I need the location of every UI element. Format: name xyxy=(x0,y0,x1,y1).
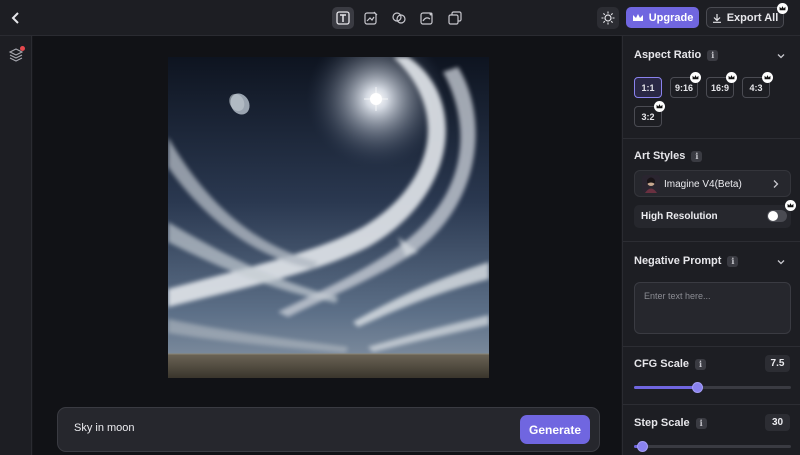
download-icon xyxy=(712,13,721,23)
upgrade-label: Upgrade xyxy=(648,11,694,24)
prompt-bar: Sky in moon Generate xyxy=(57,407,600,452)
text-tool-button[interactable] xyxy=(332,7,354,29)
chevron-left-icon xyxy=(11,12,19,24)
ratio-label: 16:9 xyxy=(710,82,729,93)
blend-icon xyxy=(392,12,406,24)
ratio-option-3-2[interactable]: 3:2 xyxy=(634,101,665,127)
blend-tool-button[interactable] xyxy=(388,7,410,29)
ratio-label: 4:3 xyxy=(749,82,763,93)
ratio-option-1-1[interactable]: 1:1 xyxy=(634,77,662,98)
high-resolution-label: High Resolution xyxy=(641,211,718,222)
negative-prompt-title: Negative Prompt i xyxy=(634,255,739,267)
ratio-option-16-9[interactable]: 16:9 xyxy=(706,72,737,98)
section-divider xyxy=(623,138,800,139)
prompt-input[interactable]: Sky in moon xyxy=(74,422,135,434)
image-edit-icon xyxy=(364,11,378,25)
cfg-scale-slider[interactable] xyxy=(634,382,791,393)
image-edit-tool-button[interactable] xyxy=(360,7,382,29)
step-scale-value[interactable]: 30 xyxy=(765,414,790,431)
premium-crown-icon xyxy=(777,3,788,14)
slider-handle[interactable] xyxy=(637,441,648,452)
info-icon[interactable]: i xyxy=(695,417,707,429)
top-bar: Upgrade Export All xyxy=(0,0,800,36)
info-icon[interactable]: i xyxy=(691,150,703,162)
sketch-tool-button[interactable] xyxy=(416,7,438,29)
negative-prompt-input[interactable]: Enter text here... xyxy=(634,282,791,334)
ratio-option-9-16[interactable]: 9:16 xyxy=(670,72,701,98)
premium-crown-icon xyxy=(785,200,796,211)
gallery-tool-button[interactable] xyxy=(444,7,466,29)
generate-button[interactable]: Generate xyxy=(520,415,590,444)
info-icon[interactable]: i xyxy=(727,255,739,267)
export-all-label: Export All xyxy=(726,11,779,24)
info-icon[interactable]: i xyxy=(695,358,707,370)
app-window: Upgrade Export All Sky in moon Generate … xyxy=(0,0,800,455)
ratio-option-4-3[interactable]: 4:3 xyxy=(742,72,773,98)
cfg-scale-title: CFG Scale i xyxy=(634,358,707,370)
step-scale-slider[interactable] xyxy=(634,441,791,452)
premium-crown-icon xyxy=(654,101,665,112)
ratio-label: 1:1 xyxy=(641,82,655,93)
cfg-scale-value[interactable]: 7.5 xyxy=(765,355,790,372)
art-styles-title: Art Styles i xyxy=(634,150,703,162)
crown-icon xyxy=(632,13,643,21)
high-resolution-toggle[interactable] xyxy=(767,210,787,222)
settings-panel: Aspect Ratio i 1:1 9:16 16:9 4:3 3:2 Art… xyxy=(622,36,800,455)
chevron-right-icon xyxy=(773,180,779,188)
chevron-down-icon[interactable] xyxy=(776,51,786,61)
tool-group xyxy=(332,7,466,29)
ratio-label: 3:2 xyxy=(641,111,655,122)
chevron-down-icon[interactable] xyxy=(776,257,786,267)
negative-prompt-label: Negative Prompt xyxy=(634,255,722,267)
info-icon[interactable]: i xyxy=(707,49,719,61)
ratio-label: 9:16 xyxy=(674,82,693,93)
premium-crown-icon xyxy=(726,72,737,83)
section-divider xyxy=(623,346,800,347)
theme-toggle-button[interactable] xyxy=(597,7,619,29)
section-divider xyxy=(623,404,800,405)
toggle-knob xyxy=(768,211,778,221)
step-scale-label: Step Scale xyxy=(634,417,690,429)
notification-dot xyxy=(20,46,25,51)
high-resolution-row: High Resolution xyxy=(634,200,796,228)
slider-handle[interactable] xyxy=(692,382,703,393)
premium-crown-icon xyxy=(690,72,701,83)
selected-style-label: Imagine V4(Beta) xyxy=(664,179,742,190)
upgrade-button[interactable]: Upgrade xyxy=(626,7,699,28)
premium-crown-icon xyxy=(762,72,773,83)
cfg-scale-label: CFG Scale xyxy=(634,358,690,370)
section-divider xyxy=(623,241,800,242)
text-tool-icon xyxy=(336,11,350,25)
step-scale-title: Step Scale i xyxy=(634,417,707,429)
art-styles-label: Art Styles xyxy=(634,150,686,162)
gallery-icon xyxy=(448,11,462,25)
style-thumbnail xyxy=(642,175,660,193)
sky-moon-artwork xyxy=(168,57,489,378)
sketch-icon xyxy=(420,12,433,25)
export-all-button[interactable]: Export All xyxy=(706,3,788,28)
back-button[interactable] xyxy=(6,8,26,28)
canvas-area: Sky in moon Generate xyxy=(33,36,621,455)
generated-image[interactable] xyxy=(168,57,489,378)
slider-fill xyxy=(634,386,697,389)
aspect-ratio-label: Aspect Ratio xyxy=(634,49,702,61)
left-rail xyxy=(0,36,32,455)
layers-button[interactable] xyxy=(8,46,25,63)
art-style-selector[interactable]: Imagine V4(Beta) xyxy=(634,170,791,197)
aspect-ratio-title: Aspect Ratio i xyxy=(634,49,719,61)
sun-icon xyxy=(601,11,615,25)
